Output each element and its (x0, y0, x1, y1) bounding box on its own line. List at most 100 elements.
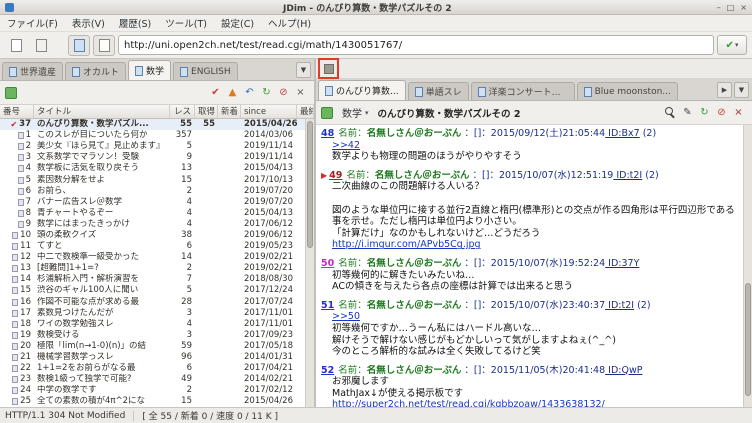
thread-status-icon (12, 365, 19, 373)
board-tab[interactable]: ENGLISH (173, 62, 238, 80)
post-id-link[interactable]: ID:QwP (605, 365, 642, 376)
column-header[interactable]: タイトル (34, 105, 170, 118)
thread-row[interactable]: ✔ 37 のんびり算数・数学パズル... 55 55 2015/04/26 (0, 119, 305, 131)
thread-row[interactable]: 6 お前ら、 2 2019/07/20 (0, 186, 305, 197)
thread-tab[interactable]: のんびり算数... (318, 80, 406, 100)
thread-row[interactable]: 2 美少女『ほら見て』見止めます』 5 2019/11/14 (0, 141, 305, 152)
thread-view-button[interactable] (93, 34, 115, 56)
back-button[interactable]: ↶ (241, 84, 258, 101)
bbslist-button[interactable] (5, 35, 27, 56)
thread-tab[interactable]: Blue moonston... (576, 82, 678, 100)
thread-row[interactable]: 24 中学の数学です 2 2017/02/12 (0, 385, 305, 396)
board-scrollbar-thumb[interactable] (307, 121, 313, 248)
url-open-button[interactable]: ✔ ▾ (717, 35, 747, 55)
post-number-link[interactable]: 52 (321, 365, 334, 376)
post-number-link[interactable]: 51 (321, 300, 334, 311)
thread-row[interactable]: 19 数検受ける 3 2017/09/23 (0, 330, 305, 341)
menu-item[interactable]: 表示(V) (65, 15, 112, 31)
post-id-count: (2) (642, 169, 659, 181)
thread-row[interactable]: 10 頭の柔軟クイズ 38 2019/06/12 (0, 230, 305, 241)
reload-button[interactable]: ↻ (696, 104, 713, 121)
favorites-button[interactable] (30, 35, 52, 56)
column-header[interactable]: レス (170, 105, 195, 118)
thread-row[interactable]: 25 全ての素数の積が4π^2にな 15 2015/04/26 (0, 396, 305, 407)
post-name[interactable]: 名無しさん＠おーぷん (375, 170, 470, 181)
thread-row[interactable]: 4 数学板に活気を取り戻そう 13 2015/04/13 (0, 163, 305, 174)
post-link[interactable]: >>42 (332, 140, 360, 151)
thread-row[interactable]: 12 中二で数検準一級受かった 14 2019/02/21 (0, 252, 305, 263)
thread-row[interactable]: 8 青チャートやるぞー 4 2015/04/13 (0, 208, 305, 219)
thread-tab[interactable]: 単語スレ (407, 82, 469, 100)
search-button[interactable] (662, 104, 679, 121)
column-header[interactable]: 番号 (0, 105, 34, 118)
close-button[interactable]: × (730, 104, 747, 121)
thread-row[interactable]: 16 作図不可能な点が求める最 28 2017/07/24 (0, 297, 305, 308)
thread-row[interactable]: 11 てすと 6 2019/05/23 (0, 241, 305, 252)
reload-button[interactable]: ↻ (258, 84, 275, 101)
thread-row[interactable]: 5 素因数分解をせよ 15 2017/10/13 (0, 174, 305, 185)
post-number-link[interactable]: 49 (329, 170, 342, 181)
thread-tab-next-button[interactable]: ▶ (717, 82, 732, 98)
thread-row[interactable]: 22 1+1=2をお前らがなる最 6 2017/04/21 (0, 363, 305, 374)
post-number-link[interactable]: 48 (321, 128, 334, 139)
post-number-link[interactable]: 50 (321, 258, 334, 269)
thread-row[interactable]: 17 素数見つけたんだが 3 2017/11/01 (0, 308, 305, 319)
thread-row[interactable]: 14 杉浦解析入門・解析演習を 7 2018/08/30 (0, 274, 305, 285)
thread-row[interactable]: 18 ワイの数学勉強スレ 4 2017/11/01 (0, 319, 305, 330)
post-id-link[interactable]: ID:t2I (605, 300, 634, 311)
close-button[interactable]: × (740, 3, 747, 12)
thread-row[interactable]: 23 数検1級って独学で可能? 49 2014/02/21 (0, 374, 305, 385)
thread-row[interactable]: 3 文系数学でマラソン！受験 9 2019/11/14 (0, 152, 305, 163)
post-link[interactable]: http://i.imgur.com/APvb5Cg.jpg (332, 239, 481, 250)
post-name[interactable]: 名無しさん＠おーぷん (367, 258, 462, 269)
post-link[interactable]: http://super2ch.net/test/read.cgi/kqbbzo… (332, 399, 605, 407)
post-link[interactable]: >>50 (332, 311, 360, 322)
board-view-button[interactable] (68, 34, 90, 56)
board-tab-dropdown-button[interactable]: ▼ (296, 62, 311, 78)
post-name[interactable]: 名無しさん＠おーぷん (367, 365, 462, 376)
board-select[interactable]: 数学 ▾ (337, 103, 374, 122)
column-header[interactable]: 取得 (195, 105, 218, 118)
menu-item[interactable]: ヘルプ(H) (261, 15, 318, 31)
post-name[interactable]: 名無しさん＠おーぷん (367, 128, 462, 139)
menu-item[interactable]: 設定(C) (214, 15, 261, 31)
check-update-button[interactable]: ✔ (207, 84, 224, 101)
cell-since: 2019/11/14 (244, 152, 293, 163)
toggle-board-list-button[interactable] (320, 60, 337, 77)
cell-title: 数検1級って独学で可能? (37, 374, 132, 385)
thread-tab-dropdown-button[interactable]: ▼ (734, 82, 749, 98)
menu-item[interactable]: ツール(T) (158, 15, 214, 31)
thread-row[interactable]: 13 [超難問]1+1=? 2 2019/02/21 (0, 263, 305, 274)
thread-scrollbar-thumb[interactable] (745, 282, 751, 396)
thread-row[interactable]: 15 渋谷のギャル100人に聞い 5 2017/12/24 (0, 285, 305, 296)
write-button[interactable]: ✎ (679, 104, 696, 121)
post-id-link[interactable]: ID:t2I (613, 170, 642, 181)
thread-row[interactable]: 21 機械学習数学っスレ 96 2014/01/31 (0, 352, 305, 363)
board-scrollbar[interactable] (305, 119, 314, 407)
stop-button[interactable]: ⊘ (713, 104, 730, 121)
thread-row[interactable]: 20 極限「lim(n→1-0)(n)」の結 59 2017/05/18 (0, 341, 305, 352)
board-tab[interactable]: 世界遺産 (2, 62, 64, 80)
menu-item[interactable]: 履歴(S) (112, 15, 158, 31)
thread-tab[interactable]: 洋楽コンサートスレ (470, 82, 575, 100)
post-id-link[interactable]: ID:37Y (605, 258, 639, 269)
post-name[interactable]: 名無しさん＠おーぷん (367, 300, 462, 311)
column-header[interactable]: 新着 (218, 105, 241, 118)
thread-row[interactable]: 7 バナー広告スレ＠数学 4 2019/07/20 (0, 197, 305, 208)
post-id-link[interactable]: ID:Bx7 (605, 128, 640, 139)
board-tab[interactable]: 数学 (128, 60, 172, 80)
cell-since: 2018/08/30 (244, 274, 293, 285)
url-input[interactable] (118, 35, 714, 55)
stop-button[interactable]: ⊘ (275, 84, 292, 101)
thread-row[interactable]: 1 このスレが目についたら何か 357 2014/03/06 (0, 130, 305, 141)
menu-item[interactable]: ファイル(F) (0, 15, 65, 31)
column-header[interactable]: since (241, 105, 297, 118)
scroll-up-button[interactable]: ▲ (224, 84, 241, 101)
thread-scrollbar[interactable] (743, 125, 752, 407)
column-header[interactable]: 最終書込 (297, 105, 314, 118)
minimize-button[interactable]: – (717, 3, 721, 12)
thread-row[interactable]: 9 数学にはまったきっかけ 4 2017/06/12 (0, 219, 305, 230)
maximize-button[interactable]: □ (727, 3, 735, 12)
board-tab[interactable]: オカルト (65, 62, 127, 80)
close-button[interactable]: × (292, 84, 309, 101)
